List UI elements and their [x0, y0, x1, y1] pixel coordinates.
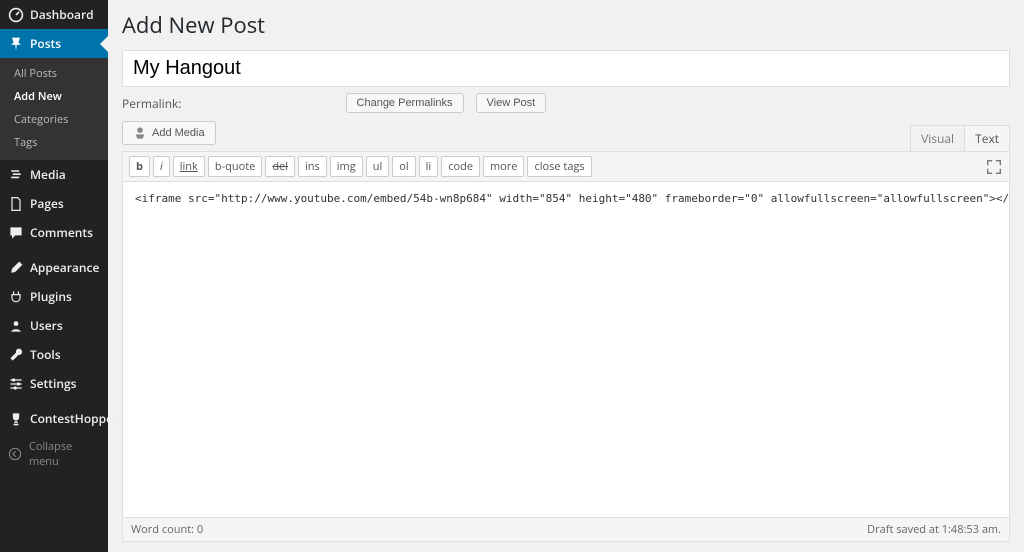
- collapse-icon: [8, 446, 23, 462]
- sidebar-label: Dashboard: [30, 6, 94, 23]
- sidebar-item-contesthopper[interactable]: ContestHopper: [0, 404, 108, 433]
- page-title: Add New Post: [122, 10, 1010, 40]
- sidebar-item-appearance[interactable]: Appearance: [0, 253, 108, 282]
- toolbar-italic[interactable]: i: [153, 156, 170, 177]
- sidebar-item-media[interactable]: Media: [0, 160, 108, 189]
- add-media-button[interactable]: Add Media: [122, 121, 216, 145]
- toolbar-code[interactable]: code: [441, 156, 480, 177]
- sliders-icon: [8, 376, 24, 392]
- sidebar-label: Tools: [30, 346, 61, 363]
- page-icon: [8, 196, 24, 212]
- posts-submenu: All Posts Add New Categories Tags: [0, 58, 108, 160]
- media-icon: [8, 167, 24, 183]
- media-icon: [133, 126, 147, 140]
- sidebar-label: Users: [30, 317, 63, 334]
- editor-statusbar: Word count: 0 Draft saved at 1:48:53 am.: [122, 518, 1010, 542]
- sidebar-item-plugins[interactable]: Plugins: [0, 282, 108, 311]
- word-count: Word count: 0: [131, 522, 203, 537]
- permalink-row: Permalink: Change Permalinks View Post: [122, 93, 1010, 113]
- submenu-all-posts[interactable]: All Posts: [0, 62, 108, 85]
- text-toolbar: b i link b-quote del ins img ul ol li co…: [122, 151, 1010, 182]
- sidebar-label: Appearance: [30, 259, 99, 276]
- sidebar-label: Media: [30, 166, 66, 183]
- collapse-label: Collapse menu: [29, 439, 100, 469]
- brush-icon: [8, 260, 24, 276]
- post-title-input[interactable]: [122, 50, 1010, 87]
- post-content-textarea[interactable]: [122, 182, 1010, 518]
- toolbar-ins[interactable]: ins: [298, 156, 327, 177]
- sidebar-item-tools[interactable]: Tools: [0, 340, 108, 369]
- toolbar-ul[interactable]: ul: [366, 156, 390, 177]
- sidebar-label: Comments: [30, 224, 93, 241]
- fullscreen-icon[interactable]: [985, 158, 1003, 176]
- sidebar-label: Settings: [30, 375, 76, 392]
- collapse-menu[interactable]: Collapse menu: [0, 433, 108, 475]
- comment-icon: [8, 225, 24, 241]
- sidebar-item-users[interactable]: Users: [0, 311, 108, 340]
- sidebar-label: Plugins: [30, 288, 72, 305]
- tab-text[interactable]: Text: [964, 125, 1010, 151]
- change-permalinks-button[interactable]: Change Permalinks: [346, 93, 464, 113]
- tab-visual[interactable]: Visual: [910, 125, 964, 151]
- trophy-icon: [8, 411, 24, 427]
- toolbar-ol[interactable]: ol: [392, 156, 415, 177]
- pin-icon: [8, 36, 24, 52]
- toolbar-bold[interactable]: b: [129, 156, 150, 177]
- add-media-label: Add Media: [152, 127, 205, 139]
- sidebar-label: Pages: [30, 195, 64, 212]
- toolbar-del[interactable]: del: [265, 156, 295, 177]
- admin-sidebar: Dashboard Posts All Posts Add New Catego…: [0, 0, 108, 552]
- toolbar-link[interactable]: link: [173, 156, 205, 177]
- toolbar-bquote[interactable]: b-quote: [208, 156, 262, 177]
- toolbar-close-tags[interactable]: close tags: [527, 156, 591, 177]
- toolbar-li[interactable]: li: [419, 156, 439, 177]
- user-icon: [8, 318, 24, 334]
- main-content: Add New Post Permalink: Change Permalink…: [108, 0, 1024, 552]
- permalink-label: Permalink:: [122, 95, 182, 112]
- sidebar-label: Posts: [30, 35, 61, 52]
- sidebar-item-settings[interactable]: Settings: [0, 369, 108, 398]
- draft-saved: Draft saved at 1:48:53 am.: [867, 522, 1001, 537]
- sidebar-item-comments[interactable]: Comments: [0, 218, 108, 247]
- plug-icon: [8, 289, 24, 305]
- dashboard-icon: [8, 7, 24, 23]
- submenu-add-new[interactable]: Add New: [0, 85, 108, 108]
- editor: Visual Text b i link b-quote del ins img…: [122, 151, 1010, 542]
- sidebar-item-pages[interactable]: Pages: [0, 189, 108, 218]
- editor-tabs: Visual Text: [910, 125, 1010, 151]
- wrench-icon: [8, 347, 24, 363]
- submenu-categories[interactable]: Categories: [0, 108, 108, 131]
- submenu-tags[interactable]: Tags: [0, 131, 108, 154]
- toolbar-img[interactable]: img: [330, 156, 363, 177]
- sidebar-item-posts[interactable]: Posts: [0, 29, 108, 58]
- view-post-button[interactable]: View Post: [476, 93, 547, 113]
- sidebar-item-dashboard[interactable]: Dashboard: [0, 0, 108, 29]
- sidebar-label: ContestHopper: [30, 410, 118, 427]
- toolbar-more[interactable]: more: [483, 156, 524, 177]
